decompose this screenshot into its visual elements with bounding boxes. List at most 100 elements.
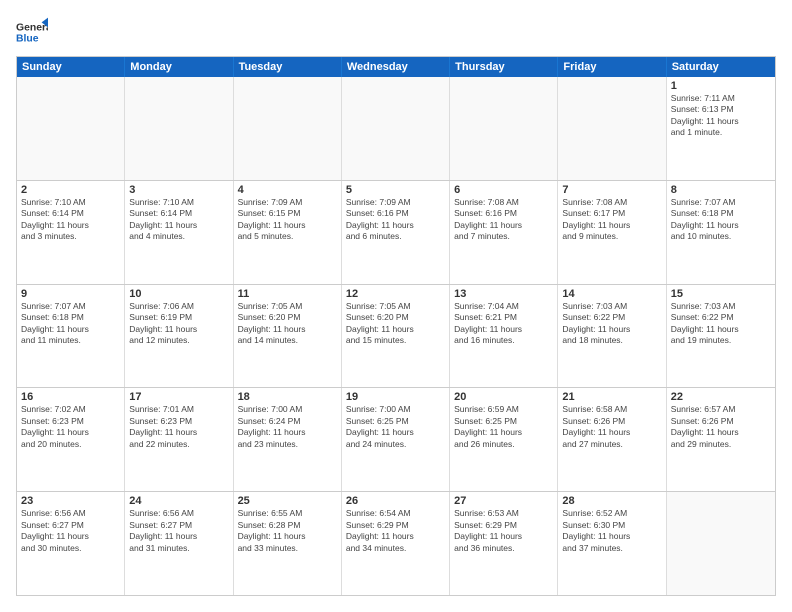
day-number: 28: [562, 495, 661, 507]
calendar-row-1: 1Sunrise: 7:11 AM Sunset: 6:13 PM Daylig…: [17, 77, 775, 180]
day-number: 12: [346, 288, 445, 300]
calendar-cell-19: 19Sunrise: 7:00 AM Sunset: 6:25 PM Dayli…: [342, 388, 450, 491]
day-number: 27: [454, 495, 553, 507]
day-number: 23: [21, 495, 120, 507]
calendar-cell-11: 11Sunrise: 7:05 AM Sunset: 6:20 PM Dayli…: [234, 285, 342, 388]
calendar-cell-empty-0-4: [450, 77, 558, 180]
calendar-row-5: 23Sunrise: 6:56 AM Sunset: 6:27 PM Dayli…: [17, 491, 775, 595]
calendar-cell-26: 26Sunrise: 6:54 AM Sunset: 6:29 PM Dayli…: [342, 492, 450, 595]
day-number: 1: [671, 80, 771, 92]
day-number: 10: [129, 288, 228, 300]
day-number: 14: [562, 288, 661, 300]
day-number: 2: [21, 184, 120, 196]
day-number: 15: [671, 288, 771, 300]
calendar-cell-17: 17Sunrise: 7:01 AM Sunset: 6:23 PM Dayli…: [125, 388, 233, 491]
day-number: 20: [454, 391, 553, 403]
day-number: 17: [129, 391, 228, 403]
calendar-cell-20: 20Sunrise: 6:59 AM Sunset: 6:25 PM Dayli…: [450, 388, 558, 491]
calendar-cell-9: 9Sunrise: 7:07 AM Sunset: 6:18 PM Daylig…: [17, 285, 125, 388]
calendar-cell-12: 12Sunrise: 7:05 AM Sunset: 6:20 PM Dayli…: [342, 285, 450, 388]
calendar-cell-empty-0-1: [125, 77, 233, 180]
logo: General Blue: [16, 16, 48, 48]
day-header-wednesday: Wednesday: [342, 57, 450, 77]
calendar-cell-21: 21Sunrise: 6:58 AM Sunset: 6:26 PM Dayli…: [558, 388, 666, 491]
cell-info: Sunrise: 7:00 AM Sunset: 6:25 PM Dayligh…: [346, 404, 445, 450]
cell-info: Sunrise: 7:03 AM Sunset: 6:22 PM Dayligh…: [562, 301, 661, 347]
cell-info: Sunrise: 7:00 AM Sunset: 6:24 PM Dayligh…: [238, 404, 337, 450]
calendar-cell-18: 18Sunrise: 7:00 AM Sunset: 6:24 PM Dayli…: [234, 388, 342, 491]
day-number: 16: [21, 391, 120, 403]
calendar-cell-25: 25Sunrise: 6:55 AM Sunset: 6:28 PM Dayli…: [234, 492, 342, 595]
day-number: 24: [129, 495, 228, 507]
calendar-row-4: 16Sunrise: 7:02 AM Sunset: 6:23 PM Dayli…: [17, 387, 775, 491]
day-header-thursday: Thursday: [450, 57, 558, 77]
day-header-friday: Friday: [558, 57, 666, 77]
calendar-cell-empty-0-2: [234, 77, 342, 180]
calendar-cell-7: 7Sunrise: 7:08 AM Sunset: 6:17 PM Daylig…: [558, 181, 666, 284]
day-number: 3: [129, 184, 228, 196]
calendar-cell-5: 5Sunrise: 7:09 AM Sunset: 6:16 PM Daylig…: [342, 181, 450, 284]
day-number: 21: [562, 391, 661, 403]
cell-info: Sunrise: 7:10 AM Sunset: 6:14 PM Dayligh…: [21, 197, 120, 243]
calendar-cell-28: 28Sunrise: 6:52 AM Sunset: 6:30 PM Dayli…: [558, 492, 666, 595]
calendar-row-2: 2Sunrise: 7:10 AM Sunset: 6:14 PM Daylig…: [17, 180, 775, 284]
svg-text:Blue: Blue: [16, 34, 39, 45]
day-header-sunday: Sunday: [17, 57, 125, 77]
calendar-cell-24: 24Sunrise: 6:56 AM Sunset: 6:27 PM Dayli…: [125, 492, 233, 595]
day-number: 13: [454, 288, 553, 300]
cell-info: Sunrise: 6:55 AM Sunset: 6:28 PM Dayligh…: [238, 508, 337, 554]
calendar-cell-27: 27Sunrise: 6:53 AM Sunset: 6:29 PM Dayli…: [450, 492, 558, 595]
cell-info: Sunrise: 7:10 AM Sunset: 6:14 PM Dayligh…: [129, 197, 228, 243]
calendar-cell-23: 23Sunrise: 6:56 AM Sunset: 6:27 PM Dayli…: [17, 492, 125, 595]
cell-info: Sunrise: 7:11 AM Sunset: 6:13 PM Dayligh…: [671, 93, 771, 139]
cell-info: Sunrise: 7:08 AM Sunset: 6:17 PM Dayligh…: [562, 197, 661, 243]
calendar-cell-empty-0-0: [17, 77, 125, 180]
cell-info: Sunrise: 6:54 AM Sunset: 6:29 PM Dayligh…: [346, 508, 445, 554]
cell-info: Sunrise: 6:53 AM Sunset: 6:29 PM Dayligh…: [454, 508, 553, 554]
day-header-monday: Monday: [125, 57, 233, 77]
cell-info: Sunrise: 7:01 AM Sunset: 6:23 PM Dayligh…: [129, 404, 228, 450]
calendar-cell-16: 16Sunrise: 7:02 AM Sunset: 6:23 PM Dayli…: [17, 388, 125, 491]
calendar-cell-10: 10Sunrise: 7:06 AM Sunset: 6:19 PM Dayli…: [125, 285, 233, 388]
day-header-tuesday: Tuesday: [234, 57, 342, 77]
header: General Blue: [16, 16, 776, 48]
cell-info: Sunrise: 7:07 AM Sunset: 6:18 PM Dayligh…: [671, 197, 771, 243]
calendar-cell-13: 13Sunrise: 7:04 AM Sunset: 6:21 PM Dayli…: [450, 285, 558, 388]
cell-info: Sunrise: 6:58 AM Sunset: 6:26 PM Dayligh…: [562, 404, 661, 450]
cell-info: Sunrise: 7:02 AM Sunset: 6:23 PM Dayligh…: [21, 404, 120, 450]
calendar-cell-1: 1Sunrise: 7:11 AM Sunset: 6:13 PM Daylig…: [667, 77, 775, 180]
calendar-cell-empty-0-3: [342, 77, 450, 180]
day-number: 11: [238, 288, 337, 300]
cell-info: Sunrise: 7:05 AM Sunset: 6:20 PM Dayligh…: [346, 301, 445, 347]
calendar-cell-6: 6Sunrise: 7:08 AM Sunset: 6:16 PM Daylig…: [450, 181, 558, 284]
cell-info: Sunrise: 7:05 AM Sunset: 6:20 PM Dayligh…: [238, 301, 337, 347]
cell-info: Sunrise: 7:04 AM Sunset: 6:21 PM Dayligh…: [454, 301, 553, 347]
cell-info: Sunrise: 7:03 AM Sunset: 6:22 PM Dayligh…: [671, 301, 771, 347]
calendar-cell-8: 8Sunrise: 7:07 AM Sunset: 6:18 PM Daylig…: [667, 181, 775, 284]
calendar: SundayMondayTuesdayWednesdayThursdayFrid…: [16, 56, 776, 596]
cell-info: Sunrise: 7:09 AM Sunset: 6:15 PM Dayligh…: [238, 197, 337, 243]
cell-info: Sunrise: 6:56 AM Sunset: 6:27 PM Dayligh…: [21, 508, 120, 554]
calendar-cell-empty-4-6: [667, 492, 775, 595]
day-number: 7: [562, 184, 661, 196]
day-header-saturday: Saturday: [667, 57, 775, 77]
calendar-cell-3: 3Sunrise: 7:10 AM Sunset: 6:14 PM Daylig…: [125, 181, 233, 284]
day-number: 6: [454, 184, 553, 196]
cell-info: Sunrise: 7:07 AM Sunset: 6:18 PM Dayligh…: [21, 301, 120, 347]
calendar-cell-22: 22Sunrise: 6:57 AM Sunset: 6:26 PM Dayli…: [667, 388, 775, 491]
calendar-cell-15: 15Sunrise: 7:03 AM Sunset: 6:22 PM Dayli…: [667, 285, 775, 388]
calendar-cell-14: 14Sunrise: 7:03 AM Sunset: 6:22 PM Dayli…: [558, 285, 666, 388]
calendar-cell-4: 4Sunrise: 7:09 AM Sunset: 6:15 PM Daylig…: [234, 181, 342, 284]
day-number: 4: [238, 184, 337, 196]
calendar-body: 1Sunrise: 7:11 AM Sunset: 6:13 PM Daylig…: [17, 77, 775, 595]
day-number: 9: [21, 288, 120, 300]
day-number: 8: [671, 184, 771, 196]
day-number: 19: [346, 391, 445, 403]
cell-info: Sunrise: 7:06 AM Sunset: 6:19 PM Dayligh…: [129, 301, 228, 347]
page: General Blue SundayMondayTuesdayWednesda…: [0, 0, 792, 612]
day-number: 26: [346, 495, 445, 507]
day-number: 5: [346, 184, 445, 196]
day-number: 18: [238, 391, 337, 403]
calendar-cell-empty-0-5: [558, 77, 666, 180]
cell-info: Sunrise: 6:52 AM Sunset: 6:30 PM Dayligh…: [562, 508, 661, 554]
